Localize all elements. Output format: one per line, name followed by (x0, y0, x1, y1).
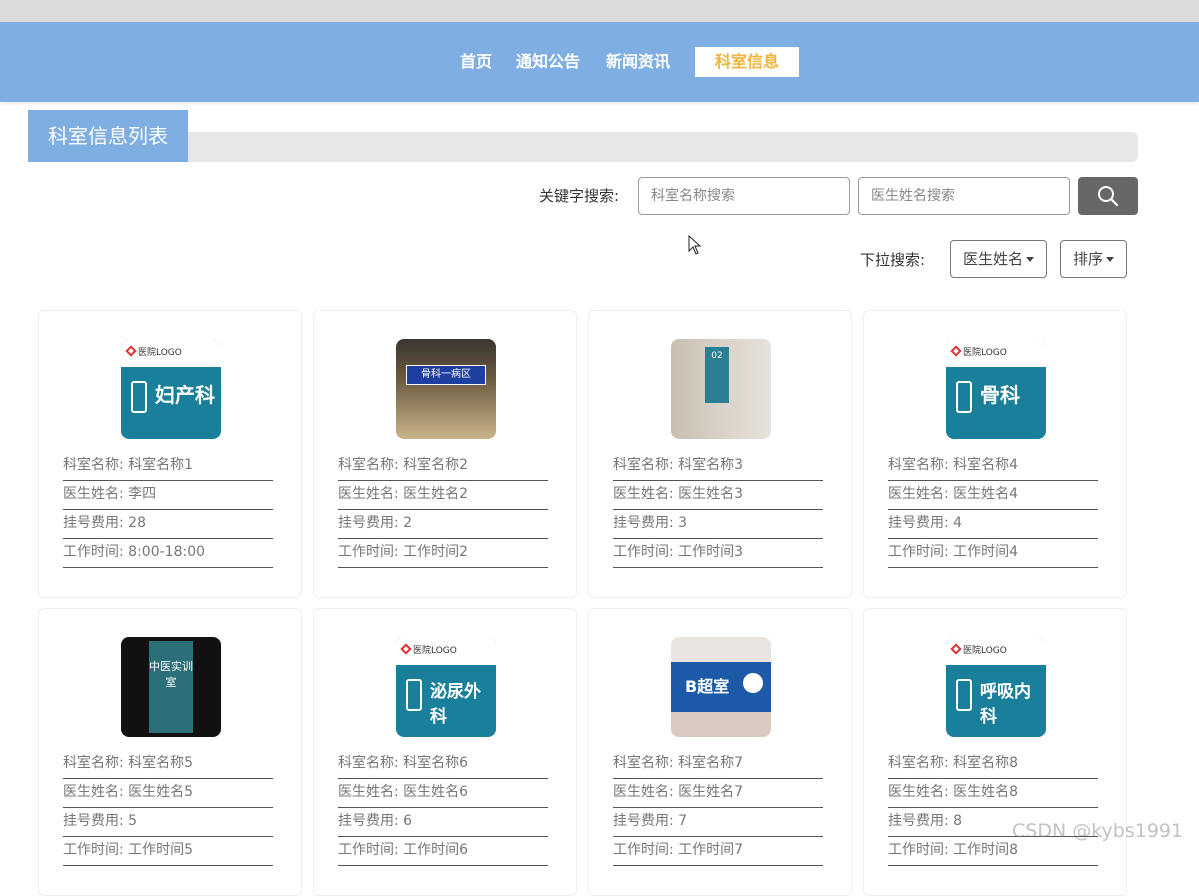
department-card[interactable]: B超室 科室名称: 科室名称7 医生姓名: 医生姓名7 挂号费用: 7 工作时间… (588, 608, 852, 896)
watermark: CSDN @kybs1991 (1012, 820, 1184, 842)
work-time-row: 工作时间: 8:00-18:00 (63, 539, 273, 568)
doctor-name-row: 医生姓名: 医生姓名4 (888, 481, 1098, 510)
department-image: 医院LOGO 呼吸内科 (946, 637, 1046, 737)
department-image: 医院LOGO 妇产科 (121, 339, 221, 439)
dept-name-row: 科室名称: 科室名称3 (613, 452, 823, 481)
doctor-name-row: 医生姓名: 医生姓名2 (338, 481, 548, 510)
fee-row: 挂号费用: 28 (63, 510, 273, 539)
search-icon (1098, 186, 1119, 207)
department-image: 骨科一病区 (396, 339, 496, 439)
person-icon (956, 679, 972, 711)
department-card[interactable]: 医院LOGO 妇产科 科室名称: 科室名称1 医生姓名: 李四 挂号费用: 28… (38, 310, 302, 598)
caret-down-icon (1026, 257, 1035, 262)
department-image: 医院LOGO 骨科 (946, 339, 1046, 439)
sign-text: 中医实训室 (149, 641, 193, 733)
browser-top-strip (0, 0, 1199, 22)
department-card[interactable]: 医院LOGO 骨科 科室名称: 科室名称4 医生姓名: 医生姓名4 挂号费用: … (863, 310, 1127, 598)
department-card[interactable]: 医院LOGO 呼吸内科 科室名称: 科室名称8 医生姓名: 医生姓名8 挂号费用… (863, 608, 1127, 896)
fee-row: 挂号费用: 6 (338, 808, 548, 837)
fee-row: 挂号费用: 7 (613, 808, 823, 837)
sign-logo-text: 医院LOGO (963, 646, 1007, 656)
sort-dropdown-label: 排序 (1073, 250, 1104, 268)
hospital-logo-icon (400, 643, 412, 655)
dept-name-row: 科室名称: 科室名称8 (888, 750, 1098, 779)
sign-text: 妇产科 (155, 383, 215, 407)
doctor-name-dropdown[interactable]: 医生姓名 (950, 240, 1048, 278)
nav-notices[interactable]: 通知公告 (516, 47, 580, 77)
sign-logo-text: 医院LOGO (963, 348, 1007, 358)
sign-text: 呼吸内科 (980, 682, 1031, 727)
dept-name-row: 科室名称: 科室名称1 (63, 452, 273, 481)
sign-text: 骨科一病区 (406, 365, 486, 385)
hospital-logo-icon (950, 643, 962, 655)
dept-name-search-input[interactable] (638, 177, 850, 215)
fee-row: 挂号费用: 4 (888, 510, 1098, 539)
person-icon (406, 679, 422, 711)
doctor-name-row: 医生姓名: 医生姓名8 (888, 779, 1098, 808)
person-icon (956, 381, 972, 413)
work-time-row: 工作时间: 工作时间7 (613, 837, 823, 866)
sign-logo-text: 医院LOGO (138, 348, 182, 358)
caret-down-icon (1106, 257, 1115, 262)
sign-logo-text: 医院LOGO (413, 646, 457, 656)
sign-text: 泌尿外科 (430, 682, 481, 727)
dropdown-search-label: 下拉搜索: (860, 251, 926, 269)
search-button[interactable] (1078, 177, 1138, 215)
department-image: 02 (671, 339, 771, 439)
fee-row: 挂号费用: 5 (63, 808, 273, 837)
doctor-name-row: 医生姓名: 医生姓名7 (613, 779, 823, 808)
keyword-search-label: 关键字搜索: (539, 187, 620, 205)
sign-text: 02 (705, 347, 729, 403)
dept-name-row: 科室名称: 科室名称2 (338, 452, 548, 481)
section-title: 科室信息列表 (28, 110, 188, 162)
dept-name-row: 科室名称: 科室名称5 (63, 750, 273, 779)
department-card[interactable]: 医院LOGO 泌尿外科 科室名称: 科室名称6 医生姓名: 医生姓名6 挂号费用… (313, 608, 577, 896)
doctor-name-dropdown-label: 医生姓名 (963, 250, 1024, 268)
mouse-pointer-icon (688, 235, 702, 255)
nav-home[interactable]: 首页 (460, 47, 492, 77)
department-card[interactable]: 骨科一病区 科室名称: 科室名称2 医生姓名: 医生姓名2 挂号费用: 2 工作… (313, 310, 577, 598)
work-time-row: 工作时间: 工作时间2 (338, 539, 548, 568)
work-time-row: 工作时间: 工作时间6 (338, 837, 548, 866)
dept-name-row: 科室名称: 科室名称4 (888, 452, 1098, 481)
fee-row: 挂号费用: 3 (613, 510, 823, 539)
number-badge-icon (743, 673, 763, 693)
dept-name-row: 科室名称: 科室名称7 (613, 750, 823, 779)
doctor-name-row: 医生姓名: 医生姓名5 (63, 779, 273, 808)
person-icon (131, 381, 147, 413)
dept-name-row: 科室名称: 科室名称6 (338, 750, 548, 779)
department-image: B超室 (671, 637, 771, 737)
top-navbar: 首页 通知公告 新闻资讯 科室信息 (0, 22, 1199, 102)
doctor-name-row: 医生姓名: 医生姓名6 (338, 779, 548, 808)
sign-text: B超室 (685, 677, 730, 696)
fee-row: 挂号费用: 2 (338, 510, 548, 539)
nav-departments[interactable]: 科室信息 (695, 47, 799, 77)
nav-news[interactable]: 新闻资讯 (606, 47, 670, 77)
work-time-row: 工作时间: 工作时间3 (613, 539, 823, 568)
section-title-bar (188, 132, 1138, 162)
department-image: 医院LOGO 泌尿外科 (396, 637, 496, 737)
department-card[interactable]: 02 科室名称: 科室名称3 医生姓名: 医生姓名3 挂号费用: 3 工作时间:… (588, 310, 852, 598)
doctor-name-row: 医生姓名: 李四 (63, 481, 273, 510)
department-card[interactable]: 中医实训室 科室名称: 科室名称5 医生姓名: 医生姓名5 挂号费用: 5 工作… (38, 608, 302, 896)
hospital-logo-icon (125, 345, 137, 357)
doctor-name-row: 医生姓名: 医生姓名3 (613, 481, 823, 510)
work-time-row: 工作时间: 工作时间5 (63, 837, 273, 866)
sign-text: 骨科 (980, 383, 1020, 407)
work-time-row: 工作时间: 工作时间4 (888, 539, 1098, 568)
sort-dropdown[interactable]: 排序 (1060, 240, 1128, 278)
hospital-logo-icon (950, 345, 962, 357)
doctor-name-search-input[interactable] (858, 177, 1070, 215)
department-image: 中医实训室 (121, 637, 221, 737)
